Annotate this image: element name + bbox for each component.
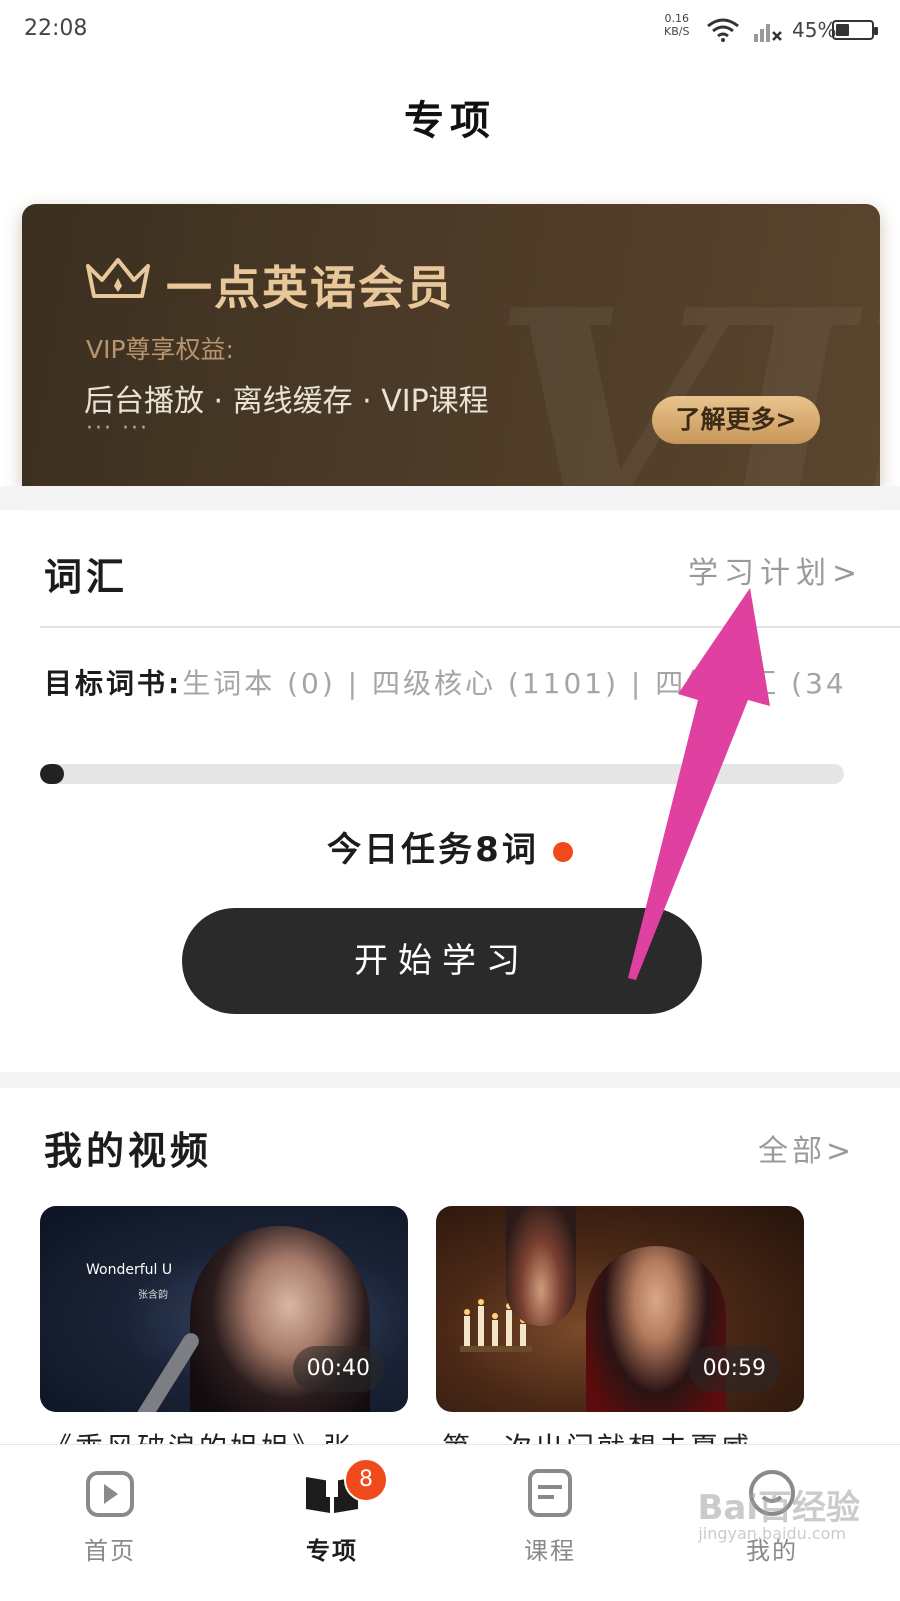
wifi-icon — [707, 18, 739, 42]
document-icon — [528, 1469, 572, 1517]
video-duration: 00:59 — [688, 1346, 780, 1392]
vocab-progress-fill — [40, 764, 64, 784]
vip-more-dots: ··· ··· — [86, 416, 149, 441]
video-card[interactable]: Wonderful U 张含韵 00:40 — [40, 1206, 408, 1412]
vip-title: 一点英语会员 — [166, 261, 454, 315]
today-task-label: 今日任务8词 — [327, 830, 539, 870]
status-time: 22:08 — [24, 16, 88, 41]
annotation-arrow — [628, 588, 770, 980]
battery-icon — [832, 20, 878, 40]
chevron-right-icon: > — [832, 556, 864, 591]
video-thumbnail-figure — [506, 1206, 576, 1326]
target-wordbooks-label: 目标词书: — [44, 667, 183, 700]
tab-courses-label: 课程 — [524, 1537, 576, 1565]
network-speed: 0.16 KB/S — [664, 12, 689, 38]
vip-subtitle: VIP尊享权益: — [86, 335, 234, 364]
battery-level — [836, 24, 850, 36]
all-videos-link[interactable]: 全部> — [758, 1126, 855, 1170]
crown-icon — [86, 258, 150, 298]
network-speed-unit: KB/S — [664, 25, 690, 38]
red-dot-indicator — [552, 841, 573, 862]
learn-more-button[interactable]: 了解更多> — [652, 396, 820, 444]
play-icon — [86, 1471, 134, 1517]
my-videos-title: 我的视频 — [44, 1129, 213, 1173]
tab-courses[interactable]: 课程 — [490, 1467, 610, 1566]
status-bar: 22:08 0.16 KB/S 45% — [0, 0, 900, 62]
page-title: 专项 — [404, 98, 496, 144]
tab-home-label: 首页 — [84, 1537, 136, 1565]
chevron-right-icon: > — [826, 1134, 856, 1169]
section-divider — [0, 486, 900, 510]
video-overlay-singer: 张含韵 — [138, 1290, 168, 1301]
tab-home[interactable]: 首页 — [50, 1467, 170, 1566]
all-videos-label: 全部 — [758, 1134, 826, 1169]
tab-special-label: 专项 — [306, 1537, 358, 1565]
vip-benefits: 后台播放 · 离线缓存 · VIP课程 — [84, 384, 489, 419]
cellular-signal-icon — [754, 24, 782, 42]
vip-banner[interactable]: VIP 一点英语会员 VIP尊享权益: 后台播放 · 离线缓存 · VIP课程 … — [22, 204, 880, 486]
baidu-watermark: Bai百经验 — [697, 1488, 860, 1528]
video-duration: 00:40 — [292, 1346, 384, 1392]
section-divider — [0, 1072, 900, 1088]
video-overlay-title: Wonderful U — [86, 1262, 173, 1278]
baidu-watermark-url: jingyan.baidu.com — [698, 1524, 846, 1543]
network-speed-value: 0.16 — [664, 12, 689, 25]
notification-badge: 8 — [344, 1458, 388, 1502]
vocab-section-title: 词汇 — [44, 555, 129, 599]
battery-percent: 45% — [792, 18, 837, 42]
vip-watermark: VIP — [492, 244, 880, 486]
video-card[interactable]: 00:59 — [436, 1206, 804, 1412]
